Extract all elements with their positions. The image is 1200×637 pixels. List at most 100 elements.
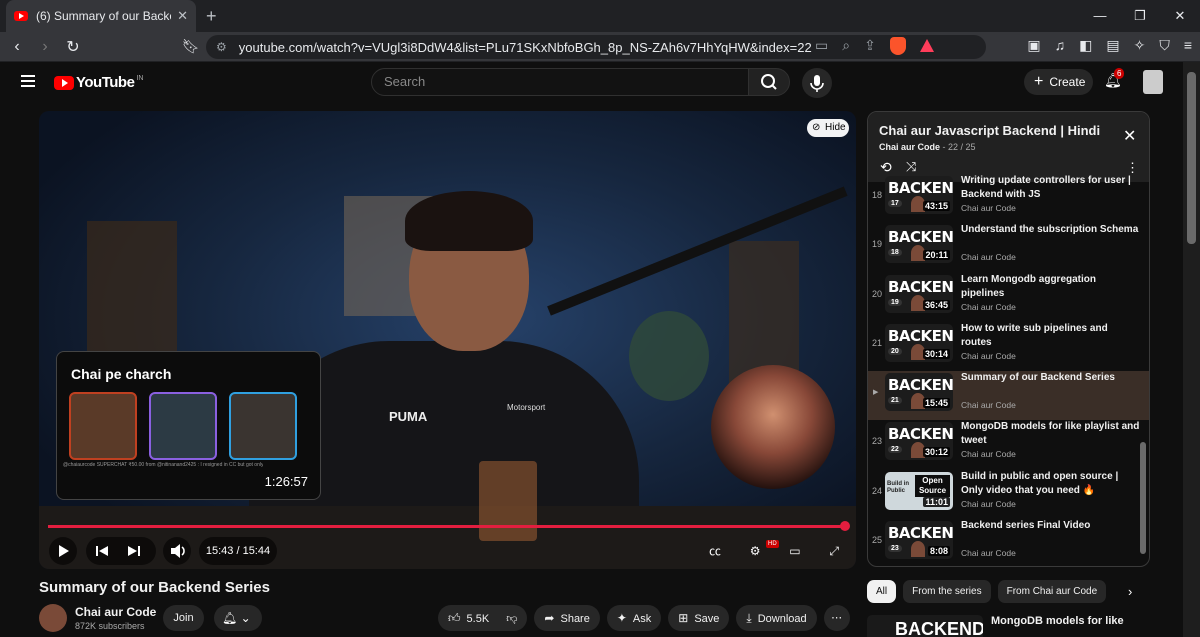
- menu-icon[interactable]: ≡: [1184, 37, 1192, 54]
- fullscreen-icon[interactable]: ⤢: [829, 537, 839, 565]
- subscription-bell-button[interactable]: 🔔︎ ⌄: [214, 605, 262, 631]
- join-button[interactable]: Join: [163, 605, 204, 631]
- filter-chip[interactable]: From Chai aur Code: [997, 580, 1107, 603]
- playlist-item-title[interactable]: Learn Mongodb aggregation pipelines: [961, 273, 1141, 301]
- duration-badge: 43:15: [922, 201, 950, 211]
- playlist-item[interactable]: 24 Build in Public Open Source 11:01 Build i…: [868, 470, 1149, 519]
- playlist-item-title[interactable]: Writing update controllers for user | Ba…: [961, 174, 1141, 202]
- share-button[interactable]: ➦ Share: [534, 605, 600, 631]
- search-input[interactable]: Search: [371, 68, 749, 96]
- leo-ai-icon[interactable]: ✧: [1134, 37, 1146, 54]
- subtitles-cc-icon[interactable]: ㏄: [709, 537, 721, 565]
- recommended-video-thumbnail[interactable]: BACKEND: [867, 615, 983, 637]
- ask-button[interactable]: ✦ Ask: [606, 605, 662, 631]
- save-button[interactable]: ⊞ Save: [668, 605, 730, 631]
- reload-icon[interactable]: ↻: [62, 37, 84, 57]
- webcam-bubble: [711, 365, 835, 489]
- playlist-item-thumbnail[interactable]: BACKEND 18 20:11: [885, 225, 953, 264]
- endcard-thumbnail[interactable]: [149, 392, 217, 460]
- browser-tab[interactable]: (6) Summary of our Backend Series ✕: [6, 0, 196, 32]
- thumbs-down-icon[interactable]: 👎︎: [506, 613, 517, 625]
- playlist-item[interactable]: 19 BACKEND 18 20:11 Understand the subscript…: [868, 223, 1149, 272]
- recommended-video-title[interactable]: MongoDB models for like: [991, 615, 1124, 627]
- hide-overlay-button[interactable]: Hide: [807, 119, 849, 137]
- cast-icon[interactable]: ▭: [815, 37, 828, 55]
- playlist-item[interactable]: ▶ BACKEND 21 15:45 Summary of our Backend Se…: [868, 371, 1149, 421]
- volume-button[interactable]: [163, 537, 191, 565]
- download-button[interactable]: ⤓ Download: [736, 605, 817, 631]
- filter-chip[interactable]: From the series: [903, 580, 991, 603]
- hamburger-menu-icon[interactable]: [21, 75, 35, 90]
- notification-count-badge: 6: [1114, 68, 1125, 79]
- share-page-icon[interactable]: ⇪: [864, 37, 876, 55]
- scrollbar-thumb[interactable]: [1187, 72, 1196, 244]
- playlist-item-thumbnail[interactable]: BACKEND 21 15:45: [885, 373, 953, 412]
- zoom-icon[interactable]: ⌕: [842, 37, 850, 55]
- reading-list-icon[interactable]: ▣: [1027, 37, 1040, 54]
- playlist-item-thumbnail[interactable]: BACKEND 17 43:15: [885, 176, 953, 214]
- episode-number: 22: [888, 446, 902, 454]
- endscreen-card[interactable]: Chai pe charch @chaiaurcode SUPERCHAT ₹5…: [56, 351, 321, 500]
- new-tab-button[interactable]: +: [206, 6, 217, 27]
- more-actions-button[interactable]: ⋯: [823, 605, 850, 631]
- settings-gear-icon[interactable]: ⚙︎: [750, 537, 761, 565]
- playlist-item-thumbnail[interactable]: BACKEND 19 36:45: [885, 274, 953, 313]
- like-count[interactable]: 5.5K: [467, 613, 490, 625]
- playlist-item-thumbnail[interactable]: BACKEND 22 30:12: [885, 422, 953, 461]
- page-scrollbar[interactable]: [1183, 62, 1200, 637]
- wallet-icon[interactable]: ▤: [1106, 37, 1119, 54]
- playlist-item-title[interactable]: Backend series Final Video: [961, 519, 1141, 533]
- recommended-thumb-text: BACKEND: [895, 619, 983, 637]
- play-button[interactable]: [49, 537, 77, 565]
- playlist-item[interactable]: 25 BACKEND 23 8:08 Backend series Final Vide…: [868, 519, 1149, 566]
- playlist-title[interactable]: Chai aur Javascript Backend | Hindi: [879, 123, 1100, 138]
- theater-mode-icon[interactable]: ▭: [789, 537, 800, 565]
- progress-bar[interactable]: [48, 521, 851, 531]
- duration-badge: 36:45: [922, 299, 950, 310]
- sidebar-icon[interactable]: ◧: [1079, 37, 1092, 54]
- youtube-logo[interactable]: YouTube IN: [54, 74, 143, 91]
- window-restore-button[interactable]: ❐: [1120, 0, 1160, 32]
- shuffle-icon[interactable]: ⤨: [906, 159, 916, 175]
- playlist-item[interactable]: 21 BACKEND 20 30:14 How to write sub pipelin…: [868, 322, 1149, 371]
- brave-rewards-icon[interactable]: [919, 39, 934, 52]
- window-close-button[interactable]: ✕: [1160, 0, 1200, 32]
- playlist-item-thumbnail[interactable]: Build in Public Open Source 11:01: [885, 471, 953, 510]
- playlist-item-title[interactable]: MongoDB models for like playlist and twe…: [961, 420, 1141, 448]
- account-avatar[interactable]: [1143, 70, 1163, 94]
- bookmark-icon[interactable]: 🔖︎: [182, 38, 200, 55]
- playlist-item-title[interactable]: Understand the subscription Schema: [961, 223, 1141, 237]
- endcard-thumbnail[interactable]: [229, 392, 297, 460]
- playlist-item-thumbnail[interactable]: BACKEND 23 8:08: [885, 521, 953, 560]
- playlist-item-title[interactable]: Summary of our Backend Series: [961, 371, 1141, 385]
- media-icon[interactable]: ♫: [1055, 37, 1066, 54]
- close-playlist-icon[interactable]: ✕: [1123, 126, 1136, 146]
- playlist-item[interactable]: 23 BACKEND 22 30:12 MongoDB models for like …: [868, 420, 1149, 469]
- playlist-owner[interactable]: Chai aur Code: [879, 142, 940, 152]
- back-icon[interactable]: ‹: [6, 38, 28, 56]
- hd-badge: HD: [766, 540, 779, 548]
- search-button[interactable]: [748, 68, 790, 96]
- site-info-icon[interactable]: ⚙︎: [216, 40, 227, 54]
- endcard-thumbnail[interactable]: [69, 392, 137, 460]
- channel-name[interactable]: Chai aur Code: [75, 605, 156, 619]
- voice-search-button[interactable]: [802, 68, 832, 98]
- playlist-item-thumbnail[interactable]: BACKEND 20 30:14: [885, 323, 953, 362]
- playlist-item[interactable]: 18 BACKEND 17 43:15 Writing update controlle…: [868, 174, 1149, 223]
- forward-icon[interactable]: ›: [34, 38, 56, 56]
- playlist-item[interactable]: 20 BACKEND 19 36:45 Learn Mongodb aggregatio…: [868, 273, 1149, 322]
- playlist-item-title[interactable]: Build in public and open source | Only v…: [961, 470, 1141, 498]
- vpn-icon[interactable]: ⛉: [1159, 37, 1170, 54]
- chevron-right-icon[interactable]: ›: [1128, 584, 1132, 599]
- notifications-button[interactable]: 🔔︎ 6: [1104, 68, 1125, 89]
- window-minimize-button[interactable]: —: [1080, 0, 1120, 32]
- thumbs-up-icon[interactable]: 👍︎: [448, 611, 461, 625]
- tab-close-icon[interactable]: ✕: [177, 8, 188, 24]
- playlist-item-title[interactable]: How to write sub pipelines and routes: [961, 322, 1141, 350]
- filter-chip[interactable]: All: [867, 580, 897, 603]
- brave-shields-icon[interactable]: [889, 37, 906, 55]
- video-player[interactable]: PUMA Motorsport Hide Chai pe charch @cha…: [39, 111, 856, 569]
- create-button[interactable]: + Create: [1024, 69, 1093, 95]
- playlist-scrollbar[interactable]: [1140, 442, 1146, 554]
- channel-avatar[interactable]: [39, 604, 67, 632]
